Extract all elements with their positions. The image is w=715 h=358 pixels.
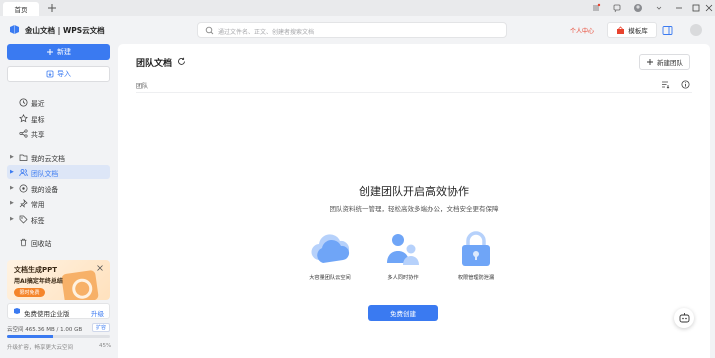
- tab-home[interactable]: 首页: [3, 2, 39, 16]
- enterprise-banner[interactable]: 免费使用企业版 升级: [7, 303, 110, 319]
- create-team-button[interactable]: 免费创建: [368, 305, 438, 321]
- storage-progress-fill: [7, 335, 54, 338]
- logo-icon: [9, 24, 20, 35]
- enterprise-icon: [13, 307, 21, 315]
- feature-permissions: 权限管理防泄漏: [440, 230, 512, 282]
- new-button[interactable]: 新建: [7, 44, 110, 60]
- sidebar-item-frequent[interactable]: ▶ 常用: [0, 196, 117, 210]
- import-icon: [46, 70, 54, 78]
- expand-arrow-icon[interactable]: ▶: [10, 169, 14, 175]
- feature-cloud-storage: 大容量团队云空间: [294, 230, 366, 282]
- empty-state-title: 创建团队开启高效协作: [359, 185, 469, 198]
- app-header: 金山文档 | WPS云文档 通过文件名、正文、创建者搜索文档 个人中心 模板库: [0, 16, 715, 44]
- sidebar-item-recent[interactable]: 最近: [0, 95, 117, 109]
- maximize-icon[interactable]: [690, 2, 702, 14]
- refresh-icon[interactable]: [177, 57, 186, 66]
- sidebar-item-starred[interactable]: 星标: [0, 111, 117, 125]
- expand-arrow-icon[interactable]: ▶: [10, 200, 14, 206]
- dropdown-icon[interactable]: [653, 2, 665, 14]
- cloud-icon: [311, 234, 350, 263]
- expand-arrow-icon[interactable]: ▶: [10, 185, 14, 191]
- close-icon[interactable]: [96, 264, 104, 272]
- pin-icon: [19, 198, 28, 208]
- search-icon: [205, 26, 214, 35]
- tab-strip: 首页: [0, 0, 715, 16]
- search-placeholder: 通过文件名、正文、创建者搜索文档: [218, 28, 315, 36]
- sidebar-item-my-devices[interactable]: ▶ 我的设备: [0, 181, 117, 195]
- new-team-button[interactable]: 新建团队: [639, 54, 690, 70]
- sidebar-item-tags[interactable]: ▶ 标签: [0, 212, 117, 226]
- plus-icon: [46, 48, 54, 56]
- sort-icon[interactable]: [661, 80, 670, 89]
- promo-card[interactable]: 文档生成PPT 用AI搞定年终总结 限时免费: [7, 260, 110, 300]
- promo-illustration: [61, 269, 99, 300]
- storage-usage-text: 云空间 465.36 MB / 1.00 GB: [7, 327, 83, 333]
- folder-icon: [19, 153, 28, 162]
- close-icon[interactable]: [703, 2, 715, 14]
- team-icon: [19, 168, 28, 177]
- template-library-button[interactable]: 模板库: [607, 22, 657, 38]
- feature-collaboration: 多人同时协作: [367, 230, 439, 282]
- star-icon: [19, 113, 28, 123]
- promo-cta-button[interactable]: 限时免费: [14, 288, 45, 297]
- share-icon: [19, 128, 28, 138]
- expand-storage-button[interactable]: 扩容: [92, 323, 110, 332]
- column-header-team: 团队: [136, 83, 149, 90]
- storage-hint: 升级扩容，畅享更大云空间: [7, 345, 74, 351]
- sidebar-item-team-docs[interactable]: ▶ 团队文档: [7, 165, 110, 179]
- help-assistant-button[interactable]: [674, 308, 694, 328]
- tag-icon: [19, 215, 28, 224]
- storage-progress-bar: [7, 335, 110, 338]
- lock-icon: [462, 231, 490, 266]
- clock-icon: [19, 98, 28, 107]
- expand-arrow-icon[interactable]: ▶: [10, 154, 14, 160]
- divider: [136, 92, 692, 93]
- menu-icon[interactable]: [590, 2, 602, 14]
- import-button[interactable]: 导入: [7, 66, 110, 82]
- page-title: 团队文档: [136, 59, 173, 69]
- panel-toggle-icon[interactable]: [661, 24, 673, 36]
- sidebar-item-my-cloud-docs[interactable]: ▶ 我的云文档: [0, 150, 117, 164]
- main-panel: 团队文档 新建团队 团队 创建团队开启高效协作 团队资料统一管理，轻松高效多端办…: [118, 44, 710, 358]
- empty-state-subtitle: 团队资料统一管理，轻松高效多端办公，文档安全更有保障: [329, 205, 499, 213]
- plus-icon: [646, 58, 654, 66]
- device-icon: [19, 184, 28, 193]
- promo-title: 文档生成PPT: [14, 266, 58, 274]
- account-avatar[interactable]: [690, 24, 702, 36]
- info-icon[interactable]: [681, 80, 690, 89]
- brand-name: 金山文档 | WPS云文档: [25, 26, 105, 35]
- upgrade-link[interactable]: 升级: [91, 308, 104, 318]
- personal-center-link[interactable]: 个人中心: [570, 26, 594, 35]
- storage-percent: 45%: [99, 343, 112, 349]
- expand-arrow-icon[interactable]: ▶: [10, 216, 14, 222]
- minimize-icon[interactable]: [673, 2, 685, 14]
- message-icon[interactable]: [611, 2, 623, 14]
- people-icon: [387, 234, 419, 265]
- promo-subtitle: 用AI搞定年终总结: [14, 278, 63, 285]
- user-avatar[interactable]: [632, 2, 644, 14]
- assistant-icon: [679, 312, 689, 322]
- sidebar: 新建 导入 最近 星标 共享 ▶ 我的云文档 ▶ 团队文档 ▶ 我的设备 ▶ 常…: [0, 44, 117, 358]
- add-tab-icon[interactable]: [46, 2, 58, 14]
- sidebar-item-trash[interactable]: 回收站: [0, 235, 117, 249]
- sidebar-item-shared[interactable]: 共享: [0, 126, 117, 140]
- template-icon: [616, 25, 625, 35]
- search-input[interactable]: 通过文件名、正文、创建者搜索文档: [197, 22, 507, 38]
- trash-icon: [19, 238, 28, 247]
